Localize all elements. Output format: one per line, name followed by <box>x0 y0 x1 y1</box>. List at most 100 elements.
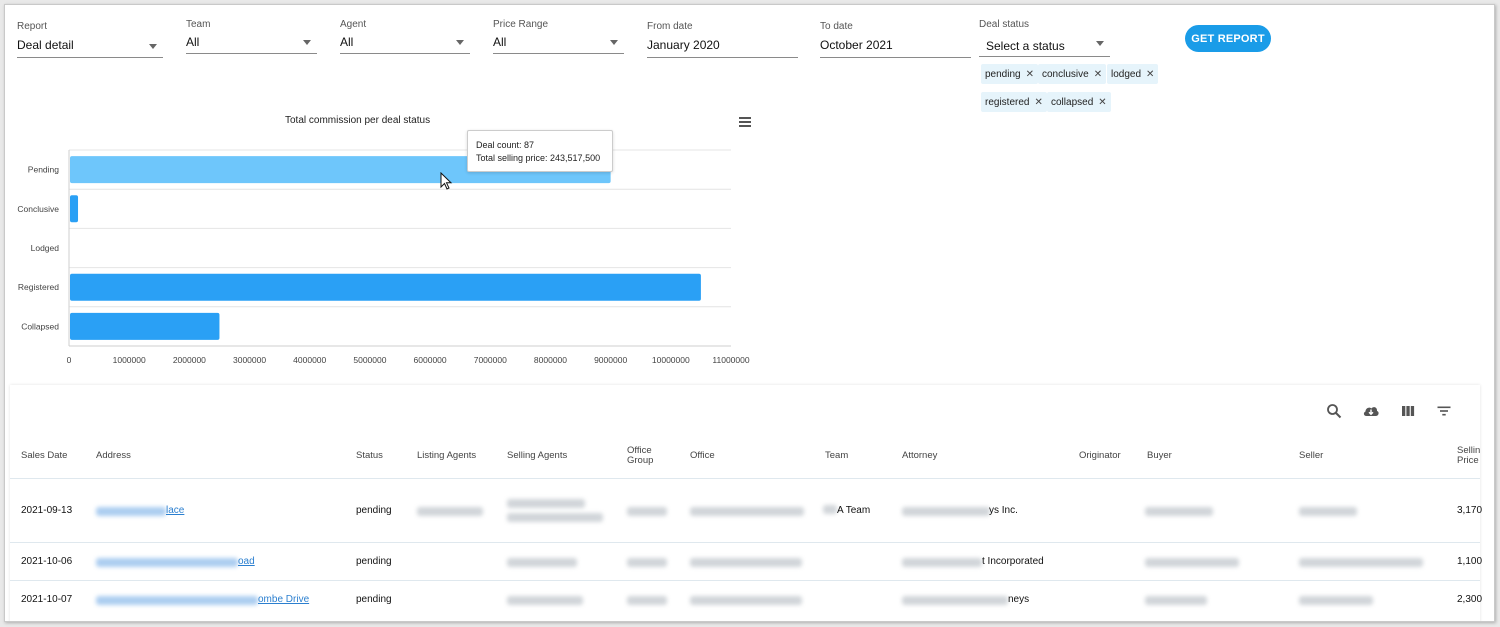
close-icon[interactable]: ✕ <box>1146 69 1154 80</box>
column-header-selling-agents[interactable]: Selling Agents <box>507 451 567 461</box>
download-icon[interactable] <box>1362 403 1380 419</box>
price-range-label: Price Range <box>493 19 549 30</box>
agent-value: All <box>340 35 354 49</box>
chevron-down-icon <box>303 40 311 45</box>
column-header-status[interactable]: Status <box>356 451 383 461</box>
deal-status-placeholder: Select a status <box>986 39 1065 53</box>
cell-team: A Team <box>837 505 871 516</box>
chip-label: conclusive <box>1042 68 1089 80</box>
cell-sales-date: 2021-10-07 <box>21 594 73 605</box>
commission-bar-chart: Pending Conclusive Lodged Registered Collaps… <box>17 149 750 365</box>
deal-status-label: Deal status <box>979 19 1030 30</box>
chart-x-tick-label: 10000000 <box>652 355 690 365</box>
chevron-down-icon <box>456 40 464 45</box>
chart-title: Total commission per deal status <box>285 115 431 126</box>
cell-selling-price: 2,300 <box>1457 594 1483 605</box>
search-icon[interactable] <box>1326 403 1342 419</box>
column-header-selling-price[interactable]: Sellin Price <box>1457 446 1480 466</box>
from-date-field[interactable]: From date January 2020 <box>647 21 798 58</box>
chart-x-tick-label: 3000000 <box>233 355 266 365</box>
report-value: Deal detail <box>17 38 74 52</box>
report-window: Report Deal detail Team All Agent All Pr… <box>4 4 1495 622</box>
to-date-field[interactable]: To date October 2021 <box>820 21 971 58</box>
price-range-value: All <box>493 35 507 49</box>
team-select[interactable]: Team All <box>186 19 317 55</box>
cell-attorney: neys <box>1008 594 1030 605</box>
column-header-address[interactable]: Address <box>96 451 131 461</box>
status-chip-pending[interactable]: pending ✕ <box>981 64 1038 84</box>
header-line: Group <box>627 455 654 466</box>
column-header-team[interactable]: Team <box>825 451 848 461</box>
chart-category-label: Collapsed <box>21 321 59 331</box>
close-icon[interactable]: ✕ <box>1026 69 1034 80</box>
column-header-office[interactable]: Office <box>690 451 715 461</box>
chevron-down-icon <box>1096 41 1104 46</box>
chart-bar[interactable] <box>70 195 79 223</box>
tooltip-selling-price: Total selling price: 243,517,500 <box>476 153 601 163</box>
close-icon[interactable]: ✕ <box>1098 97 1106 108</box>
cell-attorney: ys Inc. <box>989 505 1018 516</box>
team-value: All <box>186 35 200 49</box>
cell-sales-date: 2021-10-06 <box>21 556 73 567</box>
close-icon[interactable]: ✕ <box>1034 97 1042 108</box>
chart-x-tick-label: 1000000 <box>113 355 146 365</box>
mouse-pointer-icon <box>440 172 453 190</box>
report-label: Report <box>17 21 48 32</box>
price-range-select[interactable]: Price Range All <box>493 19 624 55</box>
chevron-down-icon <box>149 44 157 49</box>
chart-category-label: Conclusive <box>17 204 59 214</box>
column-header-attorney[interactable]: Attorney <box>902 451 937 461</box>
chart-x-tick-label: 11000000 <box>712 355 749 365</box>
column-header-sales-date[interactable]: Sales Date <box>21 451 67 461</box>
status-chip-lodged[interactable]: lodged ✕ <box>1107 64 1159 84</box>
cell-status: pending <box>356 505 392 516</box>
deal-status-select[interactable]: Deal status Select a status <box>979 19 1110 57</box>
chart-x-tick-label: 4000000 <box>293 355 326 365</box>
column-header-seller[interactable]: Seller <box>1299 451 1323 461</box>
status-chip-collapsed[interactable]: collapsed ✕ <box>1047 92 1111 112</box>
column-header-originator[interactable]: Originator <box>1079 451 1121 461</box>
agent-label: Agent <box>340 19 367 30</box>
cell-address-link[interactable]: oad <box>238 556 255 567</box>
team-label: Team <box>186 19 211 30</box>
to-date-label: To date <box>820 21 853 32</box>
chart-category-label: Pending <box>28 165 59 175</box>
cell-address-link[interactable]: ombe Drive <box>258 594 309 605</box>
cell-attorney: t Incorporated <box>982 556 1044 567</box>
tooltip-deal-count: Deal count: 87 <box>476 140 535 150</box>
cell-address-link[interactable]: lace <box>166 505 184 516</box>
chevron-down-icon <box>610 40 618 45</box>
from-date-label: From date <box>647 21 693 32</box>
cell-selling-price: 3,170 <box>1457 505 1483 516</box>
cell-status: pending <box>356 594 392 605</box>
report-select[interactable]: Report Deal detail <box>17 21 163 58</box>
chart-x-tick-label: 5000000 <box>353 355 386 365</box>
status-chip-conclusive[interactable]: conclusive ✕ <box>1038 64 1107 84</box>
column-header-office-group[interactable]: Office Group <box>627 446 653 466</box>
chart-x-tick-label: 2000000 <box>173 355 206 365</box>
chip-label: collapsed <box>1051 96 1094 108</box>
chart-bar[interactable] <box>70 273 701 301</box>
chip-label: pending <box>985 68 1021 80</box>
to-date-value: October 2021 <box>820 38 893 52</box>
cell-selling-price: 1,100 <box>1457 556 1483 567</box>
column-header-listing-agents[interactable]: Listing Agents <box>417 451 476 461</box>
get-report-button[interactable]: GET REPORT <box>1185 25 1271 52</box>
cell-status: pending <box>356 556 392 567</box>
close-icon[interactable]: ✕ <box>1094 69 1102 80</box>
deals-table-panel <box>10 385 1480 621</box>
chip-label: lodged <box>1111 68 1142 80</box>
chart-x-tick-label: 0 <box>67 355 72 365</box>
columns-icon[interactable] <box>1400 403 1416 419</box>
hamburger-menu-icon[interactable] <box>739 117 751 127</box>
chart-bar[interactable] <box>70 312 220 340</box>
agent-select[interactable]: Agent All <box>340 19 470 55</box>
header-line: Price <box>1457 455 1479 466</box>
chart-x-tick-label: 8000000 <box>534 355 567 365</box>
chip-label: registered <box>985 96 1030 108</box>
status-chip-registered[interactable]: registered ✕ <box>981 92 1047 112</box>
column-header-buyer[interactable]: Buyer <box>1147 451 1172 461</box>
cell-sales-date: 2021-09-13 <box>21 505 73 516</box>
filter-icon[interactable] <box>1436 403 1452 419</box>
chart-tooltip: Deal count: 87 Total selling price: 243,… <box>467 130 613 172</box>
